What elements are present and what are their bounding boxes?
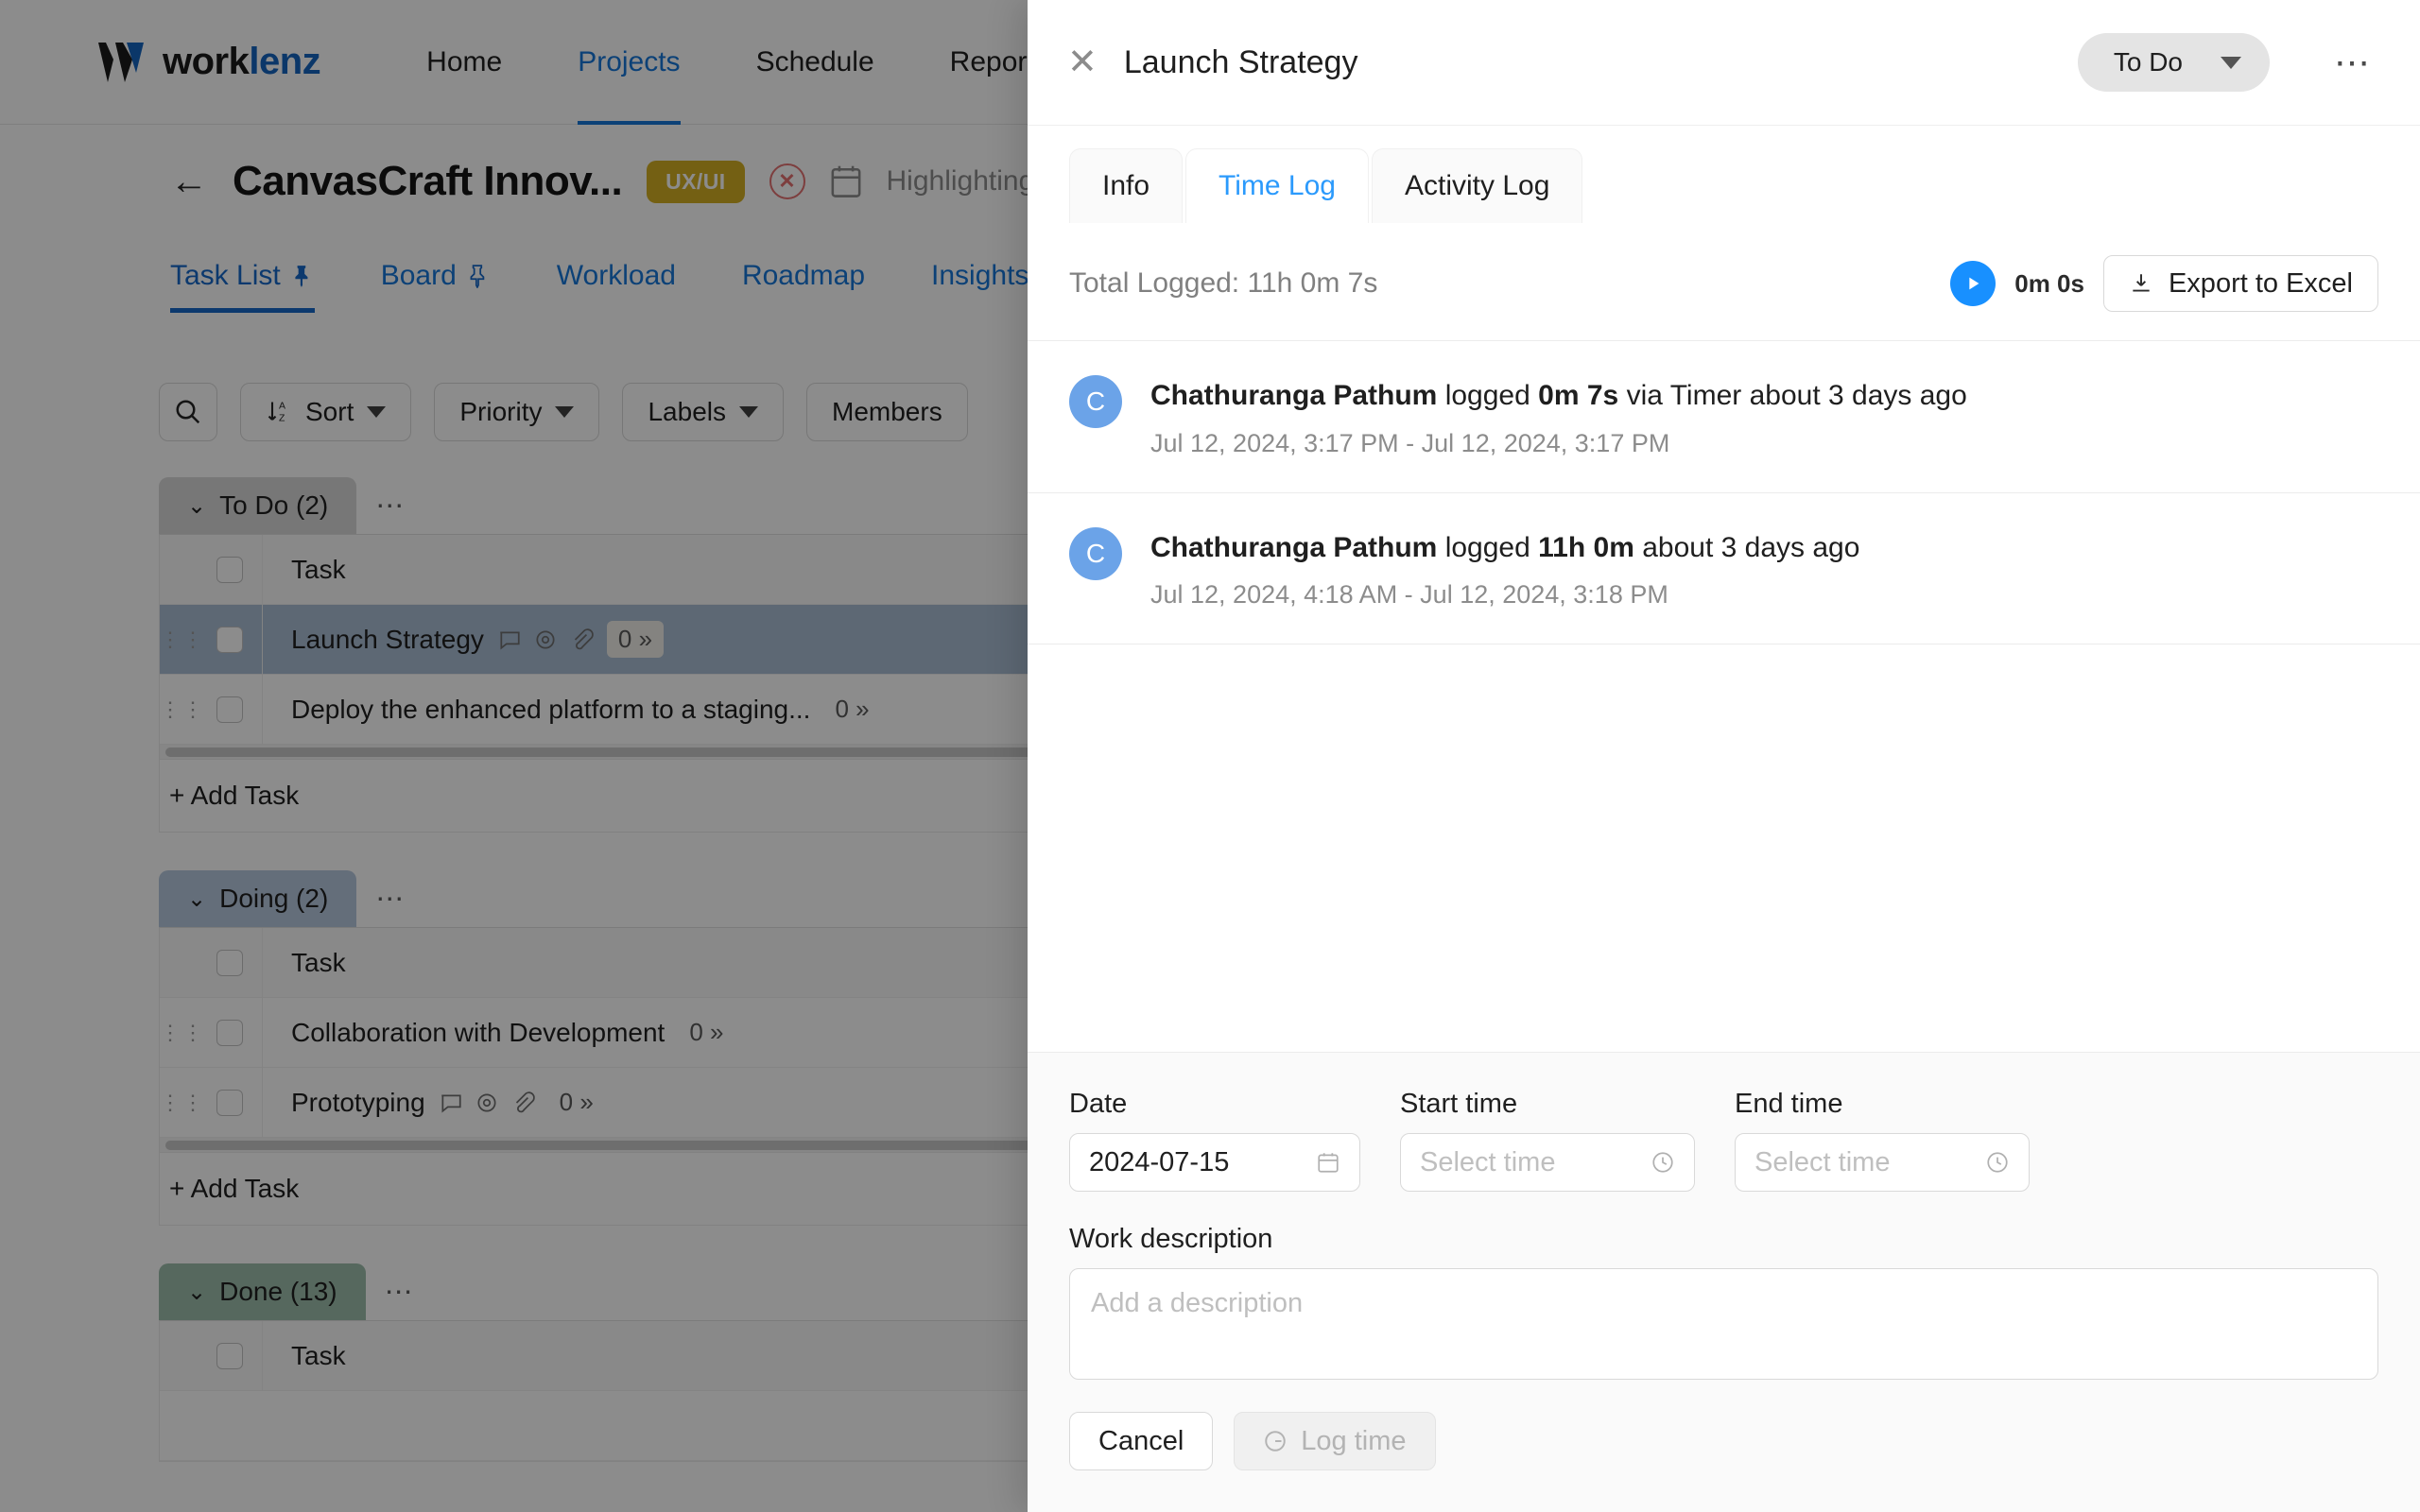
form-actions: Cancel Log time bbox=[1069, 1412, 2378, 1470]
tab-time-log[interactable]: Time Log bbox=[1185, 148, 1369, 223]
list-item[interactable]: C Chathuranga Pathum logged 0m 7s via Ti… bbox=[1028, 341, 2420, 493]
entry-user: Chathuranga Pathum bbox=[1150, 531, 1438, 563]
entry-duration: 0m 7s bbox=[1538, 380, 1619, 411]
log-time-button[interactable]: Log time bbox=[1234, 1412, 1436, 1470]
time-log-entries: C Chathuranga Pathum logged 0m 7s via Ti… bbox=[1028, 341, 2420, 1052]
entry-verb: logged bbox=[1444, 531, 1530, 563]
date-input[interactable]: 2024-07-15 bbox=[1069, 1133, 1360, 1192]
start-time-label: Start time bbox=[1400, 1089, 1518, 1119]
end-time-placeholder: Select time bbox=[1754, 1146, 1891, 1177]
status-dropdown-value: To Do bbox=[2113, 47, 2183, 77]
clock-icon bbox=[1985, 1150, 2010, 1175]
end-time-field-group: End time Select time bbox=[1735, 1089, 2030, 1192]
work-description-label: Work description bbox=[1069, 1224, 1273, 1254]
drawer-tabs: Info Time Log Activity Log bbox=[1028, 126, 2420, 223]
entry-user: Chathuranga Pathum bbox=[1150, 380, 1438, 411]
export-to-excel-button[interactable]: Export to Excel bbox=[2102, 255, 2378, 312]
entry-summary: Chathuranga Pathum logged 0m 7s via Time… bbox=[1150, 377, 1967, 416]
timer-value: 0m 0s bbox=[2014, 268, 2084, 298]
timer-icon bbox=[1265, 1431, 1287, 1452]
task-detail-drawer: ✕ Launch Strategy To Do ⋯ Info Time Log … bbox=[1028, 0, 2420, 1512]
log-time-label: Log time bbox=[1301, 1425, 1407, 1456]
end-time-input[interactable]: Select time bbox=[1735, 1133, 2030, 1192]
drawer-header: ✕ Launch Strategy To Do ⋯ bbox=[1028, 0, 2420, 126]
entry-body: Chathuranga Pathum logged 11h 0m about 3… bbox=[1150, 527, 1859, 610]
play-icon[interactable] bbox=[1950, 261, 1996, 306]
time-log-actions: 0m 0s Export to Excel bbox=[1950, 255, 2378, 312]
close-icon[interactable]: ✕ bbox=[1067, 44, 1098, 80]
tab-info[interactable]: Info bbox=[1069, 148, 1184, 223]
cancel-button[interactable]: Cancel bbox=[1069, 1412, 1214, 1470]
work-description-input[interactable]: Add a description bbox=[1069, 1268, 2378, 1380]
export-label: Export to Excel bbox=[2168, 267, 2353, 299]
start-time-field-group: Start time Select time bbox=[1400, 1089, 1695, 1192]
avatar: C bbox=[1069, 375, 1122, 428]
calendar-icon bbox=[1316, 1150, 1340, 1175]
entry-range: Jul 12, 2024, 3:17 PM - Jul 12, 2024, 3:… bbox=[1150, 428, 1670, 457]
entry-body: Chathuranga Pathum logged 0m 7s via Time… bbox=[1150, 375, 1967, 458]
ellipsis-icon[interactable]: ⋯ bbox=[2334, 42, 2373, 84]
entry-summary: Chathuranga Pathum logged 11h 0m about 3… bbox=[1150, 529, 1859, 568]
start-time-placeholder: Select time bbox=[1420, 1146, 1556, 1177]
form-row-datetime: Date 2024-07-15 Start time Select time E… bbox=[1069, 1089, 2378, 1192]
total-logged-label: Total Logged: 11h 0m 7s bbox=[1069, 267, 1378, 299]
entry-range: Jul 12, 2024, 4:18 AM - Jul 12, 2024, 3:… bbox=[1150, 580, 1668, 609]
list-item[interactable]: C Chathuranga Pathum logged 11h 0m about… bbox=[1028, 493, 2420, 644]
entry-suffix: about 3 days ago bbox=[1642, 531, 1860, 563]
date-field-group: Date 2024-07-15 bbox=[1069, 1089, 1360, 1192]
download-icon bbox=[2133, 274, 2150, 292]
log-time-form: Date 2024-07-15 Start time Select time E… bbox=[1028, 1052, 2420, 1512]
entry-duration: 11h 0m bbox=[1538, 531, 1634, 563]
drawer-title: Launch Strategy bbox=[1123, 43, 1358, 80]
chevron-down-icon bbox=[2221, 56, 2241, 69]
entry-suffix: via Timer about 3 days ago bbox=[1626, 380, 1967, 411]
status-dropdown[interactable]: To Do bbox=[2077, 33, 2270, 92]
date-label: Date bbox=[1069, 1089, 1128, 1119]
date-value: 2024-07-15 bbox=[1089, 1146, 1230, 1177]
entry-verb: logged bbox=[1444, 380, 1530, 411]
clock-icon bbox=[1651, 1150, 1675, 1175]
time-log-summary: Total Logged: 11h 0m 7s 0m 0s Export to … bbox=[1028, 223, 2420, 341]
end-time-label: End time bbox=[1735, 1089, 1843, 1119]
start-time-input[interactable]: Select time bbox=[1400, 1133, 1695, 1192]
avatar: C bbox=[1069, 526, 1122, 580]
tab-activity-log[interactable]: Activity Log bbox=[1372, 148, 1583, 223]
